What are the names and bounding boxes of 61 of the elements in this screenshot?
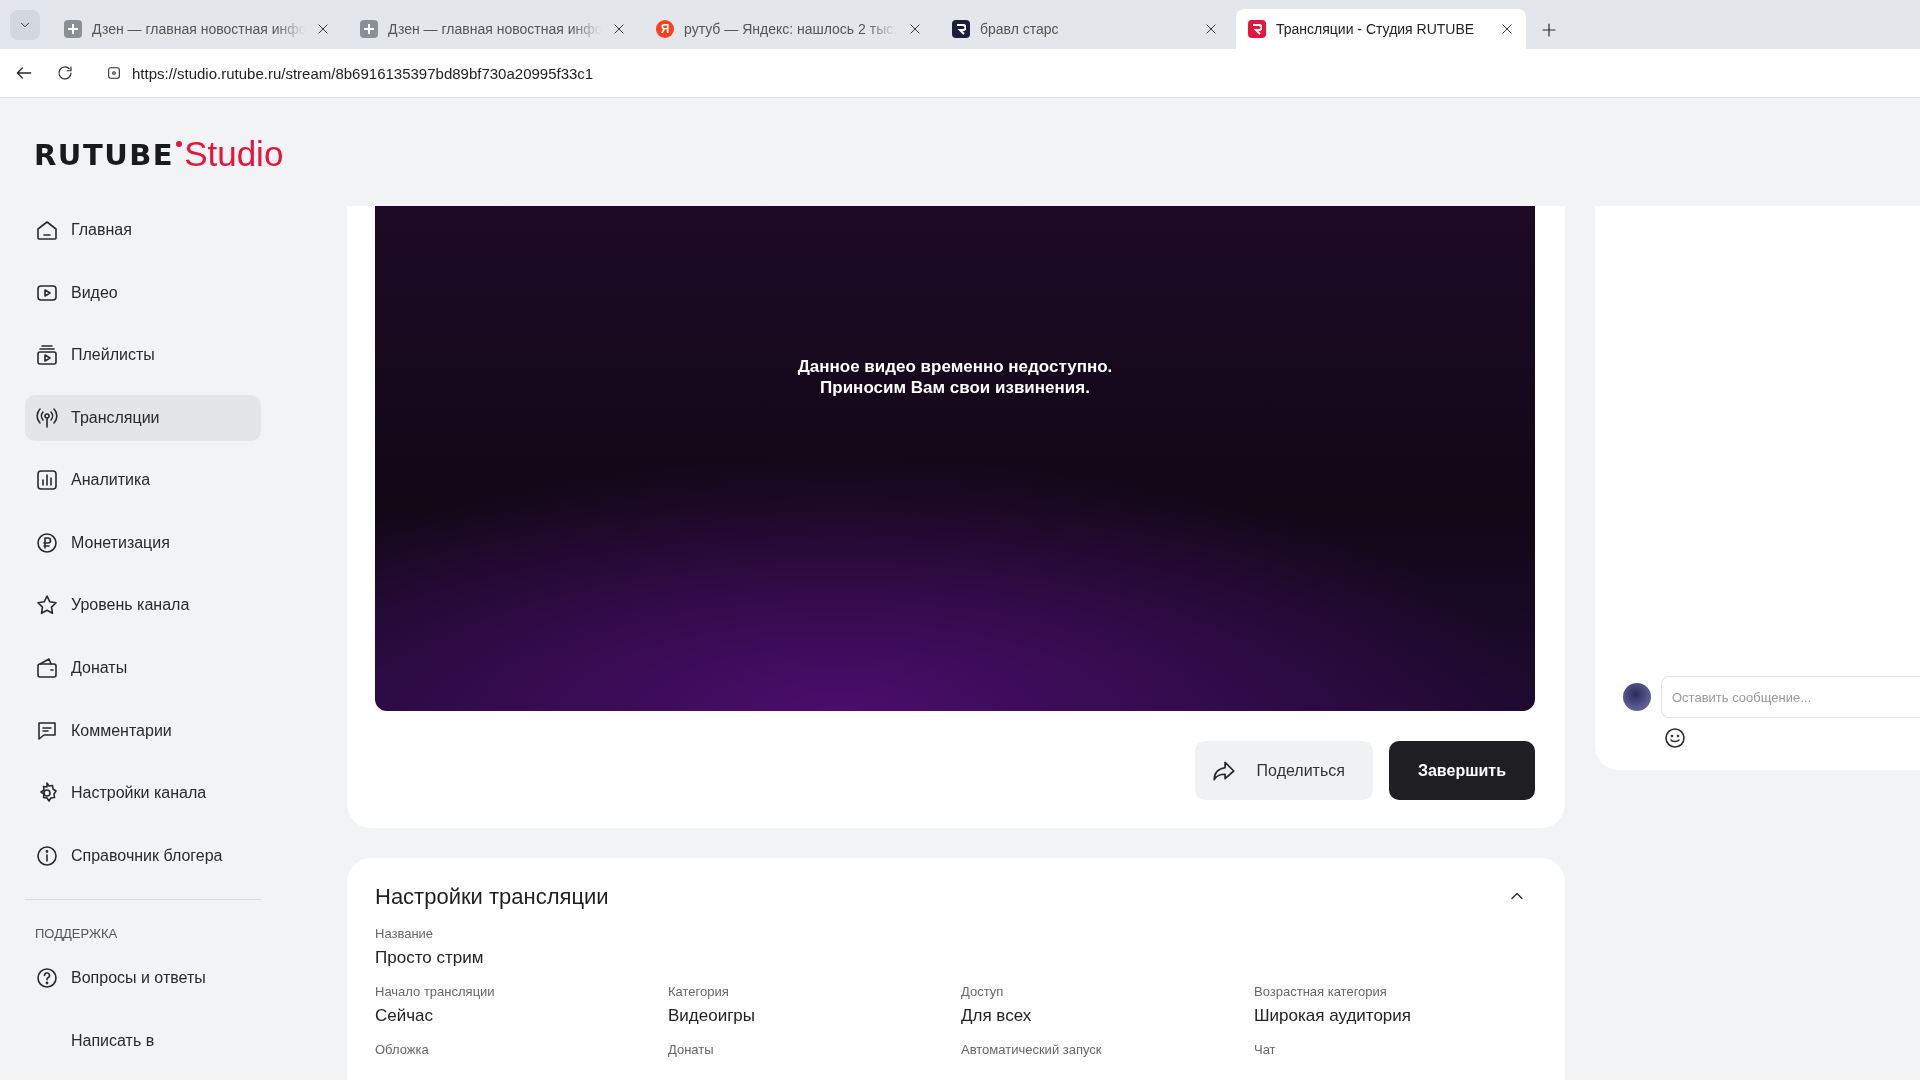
sidebar-item[interactable]: Вопросы и ответы: [25, 954, 261, 1002]
logo[interactable]: RUTUBE Studio: [34, 138, 340, 173]
close-icon[interactable]: [316, 22, 330, 36]
sidebar-item[interactable]: Плейлисты: [25, 332, 261, 379]
avatar: [1623, 683, 1651, 711]
field-label: Название: [375, 926, 435, 941]
close-icon[interactable]: [612, 22, 626, 36]
sidebar-item[interactable]: Трансляции: [25, 394, 261, 442]
sidebar-item[interactable]: Видео: [25, 269, 261, 316]
field-label: Возрастная категория: [1254, 984, 1387, 999]
sidebar-item[interactable]: Главная: [25, 206, 261, 254]
sidebar-item[interactable]: Написать в: [25, 1017, 261, 1064]
sidebar-item[interactable]: Аналитика: [25, 457, 261, 504]
share-button[interactable]: Поделиться: [1194, 741, 1373, 800]
field-value: Широкая аудитория: [1254, 1006, 1411, 1026]
address-field[interactable]: https://studio.rutube.ru/stream/8b6916135397bd89bf730a20995f33c1: [132, 64, 594, 82]
field-label: Обложка: [375, 1042, 429, 1057]
close-icon[interactable]: [1500, 22, 1514, 36]
message-field[interactable]: Оставить сообщение...: [1661, 676, 1920, 718]
help-icon: [35, 966, 59, 991]
favicon-icon: [1248, 20, 1266, 38]
field-value: Просто стрим: [375, 948, 485, 968]
sidebar-item[interactable]: Монетизация: [25, 519, 261, 567]
broadcast-icon: [35, 405, 59, 430]
field-label: Категория: [668, 984, 729, 999]
field-label: Доступ: [961, 984, 1004, 999]
close-icon[interactable]: [908, 22, 922, 36]
playlist-icon: [35, 343, 59, 368]
browser-tab[interactable]: бравл старс: [940, 9, 1230, 49]
sidebar-item[interactable]: Настройки канала: [25, 769, 261, 817]
wallet-icon: [35, 656, 59, 680]
site-info-icon[interactable]: [106, 65, 122, 81]
sidebar-item[interactable]: Донаты: [25, 644, 261, 692]
favicon-icon: [360, 20, 378, 38]
sidebar-item[interactable]: Уровень канала: [25, 582, 261, 629]
error-message: Данное видео временно недоступно. Приносим Вам свои извинения.: [797, 356, 1113, 399]
field-label: Начало трансляции: [375, 984, 495, 999]
sidebar-item[interactable]: Комментарии: [25, 707, 261, 754]
reload-icon[interactable]: [56, 64, 74, 82]
favicon-icon: Я: [656, 20, 674, 38]
sidebar-item[interactable]: Справочник блогера: [25, 832, 261, 879]
new-tab-icon[interactable]: [1540, 21, 1558, 39]
favicon-icon: [952, 20, 970, 38]
section-heading: ПОДДЕРЖКА: [34, 925, 119, 941]
field-value: Видеоигры: [668, 1006, 756, 1026]
finish-button[interactable]: Завершить: [1388, 741, 1535, 800]
emoji-icon[interactable]: [1663, 726, 1687, 750]
field-value: Сейчас: [375, 1006, 434, 1026]
field-label: Донаты: [668, 1042, 714, 1057]
close-icon[interactable]: [1204, 22, 1218, 36]
field-value: Для всех: [961, 1006, 1032, 1026]
field-label: Чат: [1254, 1042, 1276, 1057]
ruble-icon: [35, 530, 59, 555]
home-icon: [35, 218, 59, 243]
chart-icon: [35, 468, 59, 493]
info-icon: [35, 843, 59, 868]
section-title: Настройки трансляции: [375, 884, 609, 910]
browser-tab[interactable]: Я рутуб — Яндекс: нашлось 2 тыс.: [644, 9, 934, 49]
browser-tab[interactable]: Трансляции - Студия RUTUBE: [1236, 9, 1526, 49]
favicon-icon: [64, 20, 82, 38]
field-label: Автоматический запуск: [961, 1042, 1102, 1057]
